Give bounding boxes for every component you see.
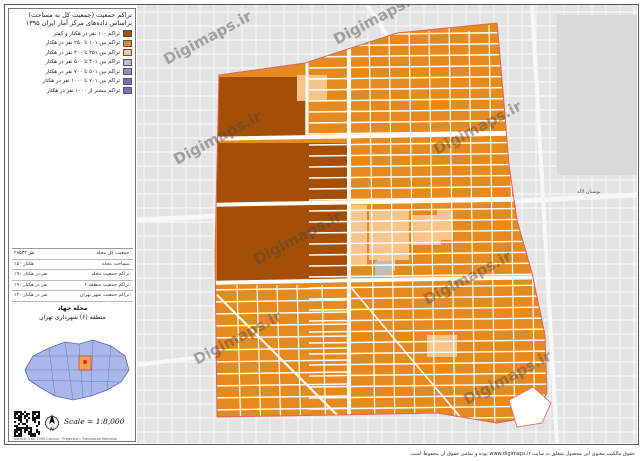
park-area <box>557 15 637 175</box>
district-info: محله جهاد منطقه (۶) شهرداری تهران <box>12 304 133 322</box>
stat-row: مساحت محله: ۱۵۰ هکتار <box>12 260 133 270</box>
legend-class-row: تراکم بین ۷۰۱ تا ۱۰۰۰ نفر در هکتار <box>12 77 132 87</box>
non-residential-parcel <box>375 261 393 275</box>
legend-swatch <box>123 39 132 47</box>
legend-subtitle: براساس داده‌های مرکز آمار ایران ۱۳۹۵ <box>25 19 132 27</box>
stat-label: تراکم جمعیت شهر تهران: <box>79 293 131 299</box>
legend-swatch <box>123 30 132 38</box>
legend-class-row: تراکم ۱۰۰ نفر در هکتار و کمتر <box>12 29 132 39</box>
legend-class-label: تراکم ۱۰۰ نفر در هکتار و کمتر <box>53 30 120 37</box>
north-arrow-icon: N <box>45 414 59 432</box>
district-region: منطقه (۶) شهرداری تهران <box>39 314 106 321</box>
stat-value: ۱۲۰ نفر در هکتار <box>14 293 48 299</box>
legend-classes: تراکم ۱۰۰ نفر در هکتار و کمتر تراکم بین ۱… <box>9 29 135 96</box>
legend-class-row: تراکم بین ۴۰۱ تا ۵۰۰ نفر در هکتار <box>12 58 132 68</box>
legend-swatch <box>123 49 132 57</box>
legend-title: تراکم جمعیت (جمعیت کل به مساحت) <box>28 11 132 19</box>
legend-class-label: تراکم بین ۱۰۱ تا ۲۵۰ نفر در هکتار <box>45 40 121 47</box>
stat-row: تراکم جمعیت منطقه ۶: ۱۹۰ نفر در هکتار <box>12 281 133 291</box>
statistics-table: جمعیت کل محله: ۲۸۵۴۳ نفر مساحت محله: ۱۵۰ هک… <box>12 248 133 302</box>
medium-density-block <box>411 215 441 245</box>
stat-row: تراکم جمعیت شهر تهران: ۱۲۰ نفر در هکتار <box>12 291 133 302</box>
legend-panel: تراکم جمعیت (جمعیت کل به مساحت) براساس د… <box>8 8 136 442</box>
medium-density-block <box>351 205 367 265</box>
qr-code-icon <box>14 411 40 437</box>
neighborhood-name: محله جهاد <box>57 305 88 312</box>
legend-swatch <box>123 58 132 66</box>
legend-class-label: تراکم بین ۷۰۱ تا ۱۰۰۰ نفر در هکتار <box>42 78 120 85</box>
source-credit: Source: Iran 1395 Census · Projection: T… <box>14 437 118 441</box>
medium-density-block <box>437 210 453 240</box>
legend-class-row: تراکم بین ۵۰۱ تا ۷۰۰ نفر در هکتار <box>12 67 132 77</box>
legend-class-label: تراکم بیشتر از ۱۰۰۰ نفر در هکتار <box>46 87 120 94</box>
copyright-footer: حقوق مالکیت معنوی این محصول متعلق به سای… <box>409 451 635 457</box>
stat-label: مساحت محله: <box>102 261 131 267</box>
legend-class-label: تراکم بین ۵۰۱ تا ۷۰۰ نفر در هکتار <box>45 68 121 75</box>
stat-value: ۱۹۰ نفر در هکتار <box>14 282 48 288</box>
north-letter: N <box>50 427 54 432</box>
stat-value: ۱۹۰ نفر در هکتار <box>14 272 48 278</box>
stat-value: ۱۵۰ هکتار <box>14 261 34 267</box>
stat-label: تراکم جمعیت محله: <box>91 272 131 278</box>
map-canvas[interactable]: بوستان لاله Digimaps.ir Digimaps.irDigima… <box>137 5 637 443</box>
legend-class-row: تراکم بین ۲۵۱ تا ۴۰۰ نفر در هکتار <box>12 48 132 58</box>
stat-row: تراکم جمعیت محله: ۱۹۰ نفر در هکتار <box>12 270 133 281</box>
medium-density-block <box>427 335 457 357</box>
legend-swatch <box>123 77 132 85</box>
map-place-label: بوستان لاله <box>577 189 601 195</box>
legend-class-row: تراکم بیشتر از ۱۰۰۰ نفر در هکتار <box>12 86 132 96</box>
scale-text: Scale = 1:8,000 <box>64 417 125 426</box>
legend-class-row: تراکم بین ۱۰۱ تا ۲۵۰ نفر در هکتار <box>12 39 132 49</box>
medium-density-block <box>369 210 409 260</box>
legend-swatch <box>123 68 132 76</box>
neighborhood-marker <box>83 360 87 364</box>
legend-swatch <box>123 87 132 95</box>
stat-label: جمعیت کل محله: <box>96 251 131 257</box>
stat-label: تراکم جمعیت منطقه ۶: <box>84 282 131 288</box>
map-footer-block: N Scale = 1:8,000 Source: Iran 1395 Cens… <box>12 409 133 441</box>
stat-value: ۲۸۵۴۳ نفر <box>14 251 35 257</box>
legend-class-label: تراکم بین ۴۰۱ تا ۵۰۰ نفر در هکتار <box>45 59 121 66</box>
locator-inset-map <box>24 339 130 401</box>
legend-class-label: تراکم بین ۲۵۱ تا ۴۰۰ نفر در هکتار <box>45 49 121 56</box>
map-area[interactable]: بوستان لاله Digimaps.ir Digimaps.ir Digima… <box>137 5 637 443</box>
stat-row: جمعیت کل محله: ۲۸۵۴۳ نفر <box>12 249 133 260</box>
